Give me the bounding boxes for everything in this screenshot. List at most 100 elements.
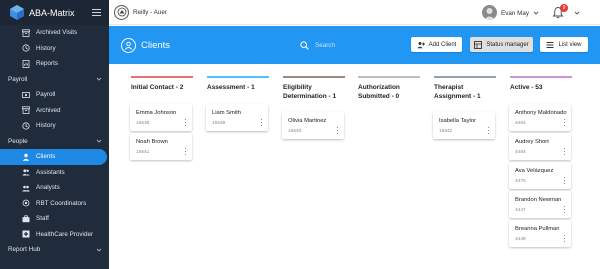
staff-icon xyxy=(21,214,30,223)
client-card[interactable]: Noah Brown 15641 xyxy=(130,133,192,160)
sidebar-item-label: Clients xyxy=(36,153,56,161)
client-id: 4448 xyxy=(515,237,526,242)
sidebar-item-label: History xyxy=(36,122,56,130)
chevron-down-icon[interactable] xyxy=(574,10,580,16)
sidebar-item-reports[interactable]: Reports xyxy=(0,56,109,72)
nav-section-label: Payroll xyxy=(8,75,28,83)
search-input[interactable] xyxy=(315,39,395,51)
more-vert-icon[interactable] xyxy=(564,148,566,155)
client-name: Noah Brown xyxy=(136,139,168,145)
nav-section-payroll[interactable]: Payroll xyxy=(0,72,109,88)
client-id: 15640 xyxy=(288,129,302,134)
chevron-down-icon xyxy=(96,76,102,82)
list-view-button[interactable]: List view xyxy=(540,37,588,52)
menu-toggle-icon[interactable] xyxy=(92,9,101,16)
client-name: Brandon Newman xyxy=(515,197,562,203)
sidebar-item-archived-visits[interactable]: Archived Visits xyxy=(0,25,109,41)
nav-section-people[interactable]: People xyxy=(0,134,109,150)
more-vert-icon[interactable] xyxy=(488,127,490,134)
client-name: Anthony Maldonado xyxy=(515,110,567,116)
sidebar-item-analysts[interactable]: Analysts xyxy=(0,180,109,196)
sidebar-item-staff[interactable]: Staff xyxy=(0,211,109,227)
sidebar-item-archived[interactable]: Archived xyxy=(0,103,109,119)
column-color-bar xyxy=(434,76,496,78)
status-column: Active - 53 xyxy=(510,76,574,92)
column-title: Therapist Assignment - 1 xyxy=(434,84,481,100)
sidebar-item-history[interactable]: History xyxy=(0,118,109,134)
column-color-bar xyxy=(510,76,572,78)
chevron-down-icon xyxy=(96,247,102,253)
provider-icon xyxy=(21,230,30,239)
add-client-button[interactable]: Add Client xyxy=(411,37,462,52)
sidebar-item-payroll[interactable]: Payroll xyxy=(0,87,109,103)
add-user-icon xyxy=(416,41,425,49)
sidebar-item-healthcare-provider[interactable]: HealthCare Provider xyxy=(0,227,109,243)
client-card[interactable]: Audrey Short 4484 xyxy=(509,133,571,160)
client-id: 15642 xyxy=(439,129,453,134)
client-name: Emma Johnson xyxy=(136,110,177,116)
chevron-down-icon[interactable] xyxy=(533,10,539,16)
client-name: Olivia Martinez xyxy=(288,118,327,124)
client-card[interactable]: Brandon Newman 4447 xyxy=(509,191,571,218)
status-manager-label: Status manager xyxy=(486,41,529,48)
client-id: 15638 xyxy=(136,121,150,126)
client-id: 4454 xyxy=(515,121,526,126)
client-card[interactable]: Anthony Maldonado 4454 xyxy=(509,104,571,131)
more-vert-icon[interactable] xyxy=(185,148,187,155)
column-title: Assessment - 1 xyxy=(207,84,255,91)
user-name[interactable]: Evan May xyxy=(501,10,529,17)
user-avatar[interactable] xyxy=(482,5,497,20)
client-name: Ava Velázquez xyxy=(515,168,554,174)
client-card[interactable]: Isabella Taylor 15642 xyxy=(433,112,495,139)
clients-icon xyxy=(121,38,136,53)
sidebar: ABA-Matrix Archived Visits History Reports… xyxy=(0,0,109,269)
client-id: 4484 xyxy=(515,150,526,155)
column-color-bar xyxy=(283,76,345,78)
sidebar-item-clients[interactable]: Clients xyxy=(0,149,107,165)
more-vert-icon[interactable] xyxy=(337,127,339,134)
nav-section-report-hub[interactable]: Report Hub xyxy=(0,242,109,258)
clients-icon xyxy=(21,152,30,161)
sidebar-item-label: HealthCare Provider xyxy=(36,230,94,238)
client-card[interactable]: Ava Velázquez 4475 xyxy=(509,162,571,189)
status-column: Assessment - 1 xyxy=(207,76,271,92)
column-color-bar xyxy=(207,76,269,78)
sidebar-item-label: Analysts xyxy=(36,184,60,192)
status-board: Initial Contact - 2 Emma Johnson 15638 Noah… xyxy=(109,64,600,269)
client-card[interactable]: Emma Johnson 15638 xyxy=(130,104,192,131)
more-vert-icon[interactable] xyxy=(564,206,566,213)
column-title: Active - 53 xyxy=(510,84,543,91)
column-color-bar xyxy=(358,76,420,78)
client-id: 4447 xyxy=(515,208,526,213)
cube-logo-icon xyxy=(9,5,24,20)
client-name: Breanna Pullman xyxy=(515,226,560,232)
sidebar-item-label: Payroll xyxy=(36,91,56,99)
nav-section-label: Report Hub xyxy=(8,246,41,254)
history-icon xyxy=(21,121,30,130)
sidebar-item-label: RBT Coordinators xyxy=(36,199,87,207)
client-name: Audrey Short xyxy=(515,139,549,145)
sidebar-item-history[interactable]: History xyxy=(0,41,109,57)
more-vert-icon[interactable] xyxy=(564,235,566,242)
reports-icon xyxy=(21,59,30,68)
client-id: 4475 xyxy=(515,179,526,184)
coordinators-icon xyxy=(21,199,30,208)
client-card[interactable]: Olivia Martinez 15640 xyxy=(282,112,344,139)
client-id: 15639 xyxy=(212,121,226,126)
sidebar-item-assistants[interactable]: Assistants xyxy=(0,165,109,181)
more-vert-icon[interactable] xyxy=(564,119,566,126)
sidebar-item-label: Archived Visits xyxy=(36,29,78,37)
more-vert-icon[interactable] xyxy=(185,119,187,126)
client-card[interactable]: Breanna Pullman 4448 xyxy=(509,220,571,247)
history-icon xyxy=(21,44,30,53)
more-vert-icon[interactable] xyxy=(261,119,263,126)
notification-badge: 9 xyxy=(560,4,568,12)
sidebar-item-rbt-coordinators[interactable]: RBT Coordinators xyxy=(0,196,109,212)
more-vert-icon[interactable] xyxy=(564,177,566,184)
status-column: Authorization Submitted - 0 xyxy=(358,76,422,101)
archive-icon xyxy=(21,106,30,115)
status-manager-button[interactable]: Status manager xyxy=(470,37,533,52)
app-name: ABA-Matrix xyxy=(29,7,75,18)
org-name[interactable]: Reilly - Auer xyxy=(133,9,167,16)
client-card[interactable]: Liam Smith 15639 xyxy=(206,104,268,131)
